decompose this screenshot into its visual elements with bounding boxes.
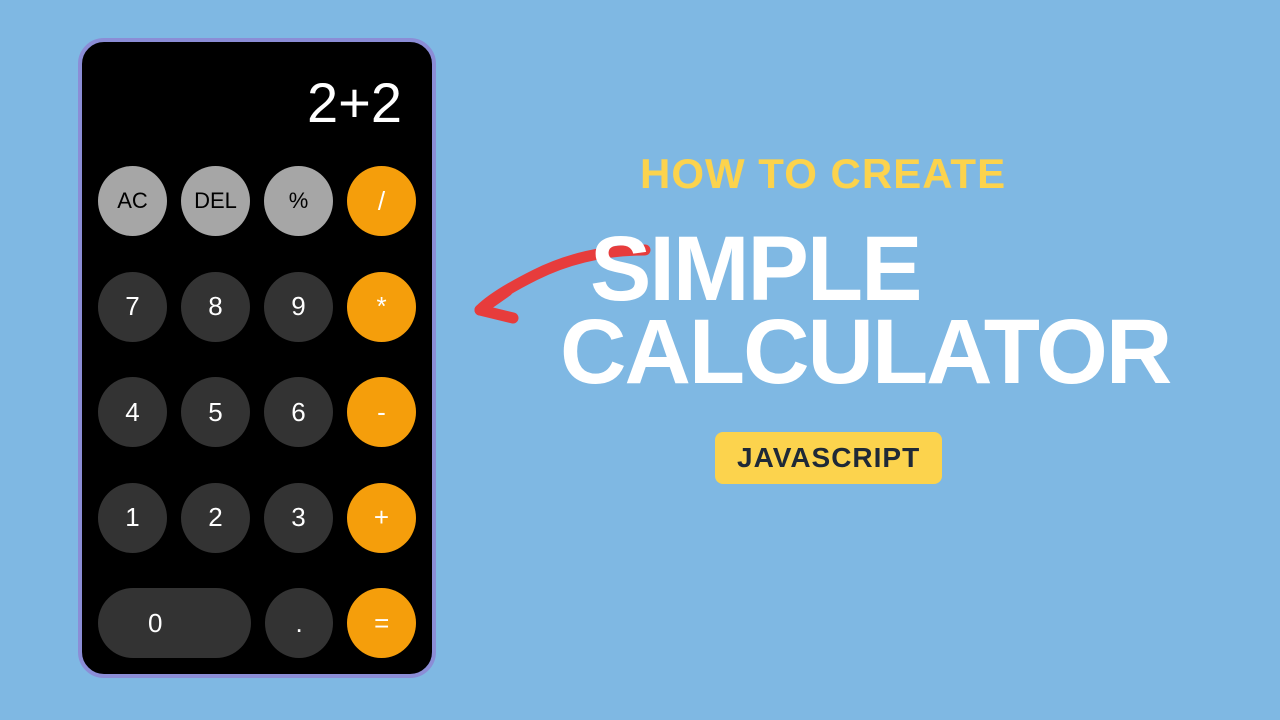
text-content-block: HOW TO CREATE SIMPLE CALCULATOR JAVASCRI… — [560, 150, 1170, 484]
calculator-display: 2+2 — [98, 58, 416, 158]
percent-button[interactable]: % — [264, 166, 333, 236]
digit-4-button[interactable]: 4 — [98, 377, 167, 447]
button-row: ACDEL%/ — [98, 166, 416, 236]
multiply-button[interactable]: * — [347, 272, 416, 342]
digit-5-button[interactable]: 5 — [181, 377, 250, 447]
button-row: 789* — [98, 272, 416, 342]
digit-0-button[interactable]: 0 — [98, 588, 251, 658]
title-text: SIMPLE CALCULATOR — [590, 228, 1170, 394]
button-row: 456- — [98, 377, 416, 447]
digit-8-button[interactable]: 8 — [181, 272, 250, 342]
title-line-2: CALCULATOR — [560, 311, 1170, 394]
language-badge: JAVASCRIPT — [715, 432, 942, 484]
equals-button[interactable]: = — [347, 588, 416, 658]
calculator-panel: 2+2 ACDEL%/789*456-123+0.= — [78, 38, 436, 678]
button-row: 0.= — [98, 588, 416, 658]
digit-2-button[interactable]: 2 — [181, 483, 250, 553]
divide-button[interactable]: / — [347, 166, 416, 236]
subtitle-text: HOW TO CREATE — [640, 150, 1170, 198]
delete-button[interactable]: DEL — [181, 166, 250, 236]
digit-3-button[interactable]: 3 — [264, 483, 333, 553]
clear-all-button[interactable]: AC — [98, 166, 167, 236]
subtract-button[interactable]: - — [347, 377, 416, 447]
calculator-button-grid: ACDEL%/789*456-123+0.= — [98, 158, 416, 658]
decimal-button[interactable]: . — [265, 588, 334, 658]
digit-7-button[interactable]: 7 — [98, 272, 167, 342]
add-button[interactable]: + — [347, 483, 416, 553]
button-row: 123+ — [98, 483, 416, 553]
digit-1-button[interactable]: 1 — [98, 483, 167, 553]
digit-9-button[interactable]: 9 — [264, 272, 333, 342]
title-line-1: SIMPLE — [590, 228, 1170, 311]
digit-6-button[interactable]: 6 — [264, 377, 333, 447]
